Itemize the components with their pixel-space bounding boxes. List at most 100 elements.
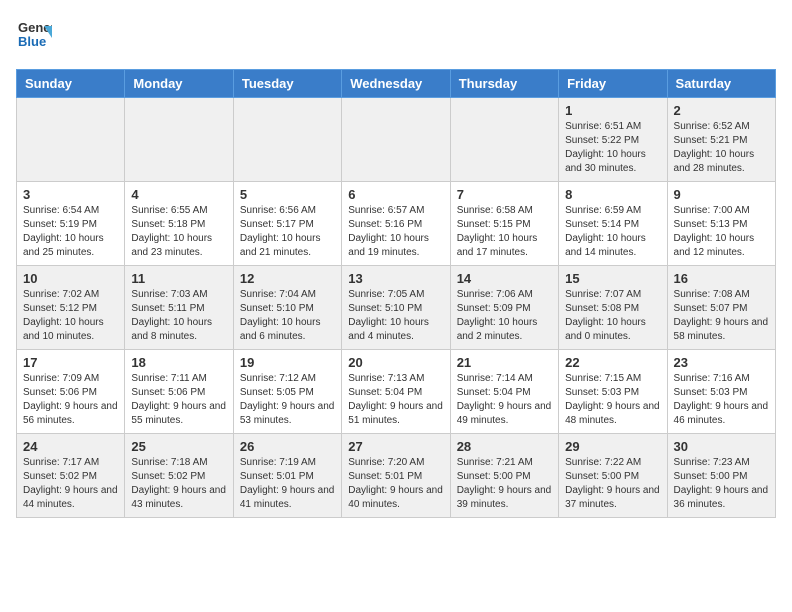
calendar-cell [125,98,233,182]
day-number: 21 [457,355,552,370]
day-number: 6 [348,187,443,202]
day-number: 18 [131,355,226,370]
calendar-cell: 17Sunrise: 7:09 AMSunset: 5:06 PMDayligh… [17,350,125,434]
day-info: Sunrise: 6:54 AMSunset: 5:19 PMDaylight:… [23,204,118,260]
day-info: Sunrise: 7:19 AMSunset: 5:01 PMDaylight:… [240,456,335,512]
page-header: General Blue [16,16,776,57]
day-number: 12 [240,271,335,286]
calendar-cell: 7 Sunrise: 6:58 AMSunset: 5:15 PMDaylight… [450,182,558,266]
calendar-cell: 16 Sunrise: 7:08 AMSunset: 5:07 PMDayligh… [667,266,775,350]
day-info: Sunrise: 7:22 AMSunset: 5:00 PMDaylight:… [565,456,660,512]
day-number: 29 [565,439,660,454]
day-info: Sunrise: 7:17 AMSunset: 5:02 PMDaylight:… [23,456,118,512]
calendar-cell: 30 Sunrise: 7:23 AMSunset: 5:00 PMDayligh… [667,434,775,518]
calendar-cell: 28Sunrise: 7:21 AMSunset: 5:00 PMDayligh… [450,434,558,518]
day-number: 2 [674,103,769,118]
calendar-cell: 8Sunrise: 6:59 AMSunset: 5:14 PMDaylight… [559,182,667,266]
calendar-cell: 10 Sunrise: 7:02 AMSunset: 5:12 PMDayligh… [17,266,125,350]
day-info: Sunrise: 7:13 AMSunset: 5:04 PMDaylight:… [348,372,443,428]
day-info: Sunrise: 7:20 AMSunset: 5:01 PMDaylight:… [348,456,443,512]
calendar-cell [233,98,341,182]
day-number: 14 [457,271,552,286]
day-info: Sunrise: 6:58 AMSunset: 5:15 PMDaylight:… [457,204,552,260]
day-info: Sunrise: 6:55 AMSunset: 5:18 PMDaylight:… [131,204,226,260]
day-header-wednesday: Wednesday [342,70,450,98]
calendar-cell: 21 Sunrise: 7:14 AMSunset: 5:04 PMDayligh… [450,350,558,434]
week-row-2: 3 Sunrise: 6:54 AMSunset: 5:19 PMDaylight… [17,182,776,266]
calendar-cell: 18 Sunrise: 7:11 AMSunset: 5:06 PMDayligh… [125,350,233,434]
calendar-cell: 23 Sunrise: 7:16 AMSunset: 5:03 PMDayligh… [667,350,775,434]
day-info: Sunrise: 7:03 AMSunset: 5:11 PMDaylight:… [131,288,226,344]
day-info: Sunrise: 7:05 AMSunset: 5:10 PMDaylight:… [348,288,443,344]
day-number: 24 [23,439,118,454]
calendar-cell: 9 Sunrise: 7:00 AMSunset: 5:13 PMDaylight… [667,182,775,266]
day-info: Sunrise: 7:06 AMSunset: 5:09 PMDaylight:… [457,288,552,344]
calendar-cell: 2Sunrise: 6:52 AMSunset: 5:21 PMDaylight… [667,98,775,182]
day-info: Sunrise: 7:15 AMSunset: 5:03 PMDaylight:… [565,372,660,428]
day-info: Sunrise: 7:23 AMSunset: 5:00 PMDaylight:… [674,456,769,512]
day-info: Sunrise: 7:02 AMSunset: 5:12 PMDaylight:… [23,288,118,344]
calendar-cell: 6 Sunrise: 6:57 AMSunset: 5:16 PMDaylight… [342,182,450,266]
day-header-thursday: Thursday [450,70,558,98]
calendar-cell: 1 Sunrise: 6:51 AMSunset: 5:22 PMDaylight… [559,98,667,182]
day-info: Sunrise: 7:16 AMSunset: 5:03 PMDaylight:… [674,372,769,428]
day-header-monday: Monday [125,70,233,98]
day-info: Sunrise: 7:12 AMSunset: 5:05 PMDaylight:… [240,372,335,428]
calendar-cell: 4 Sunrise: 6:55 AMSunset: 5:18 PMDaylight… [125,182,233,266]
day-number: 4 [131,187,226,202]
day-number: 26 [240,439,335,454]
calendar-cell: 29 Sunrise: 7:22 AMSunset: 5:00 PMDayligh… [559,434,667,518]
day-number: 8 [565,187,660,202]
week-row-1: 1 Sunrise: 6:51 AMSunset: 5:22 PMDaylight… [17,98,776,182]
day-number: 13 [348,271,443,286]
calendar-cell: 22Sunrise: 7:15 AMSunset: 5:03 PMDayligh… [559,350,667,434]
calendar-cell: 25 Sunrise: 7:18 AMSunset: 5:02 PMDayligh… [125,434,233,518]
day-number: 20 [348,355,443,370]
day-number: 10 [23,271,118,286]
calendar-cell: 5Sunrise: 6:56 AMSunset: 5:17 PMDaylight… [233,182,341,266]
calendar-cell: 26 Sunrise: 7:19 AMSunset: 5:01 PMDayligh… [233,434,341,518]
calendar-cell [17,98,125,182]
day-number: 23 [674,355,769,370]
day-info: Sunrise: 7:09 AMSunset: 5:06 PMDaylight:… [23,372,118,428]
day-number: 7 [457,187,552,202]
day-number: 15 [565,271,660,286]
calendar-cell: 12 Sunrise: 7:04 AMSunset: 5:10 PMDayligh… [233,266,341,350]
calendar-cell: 3 Sunrise: 6:54 AMSunset: 5:19 PMDaylight… [17,182,125,266]
calendar-cell: 14 Sunrise: 7:06 AMSunset: 5:09 PMDayligh… [450,266,558,350]
week-row-5: 24 Sunrise: 7:17 AMSunset: 5:02 PMDayligh… [17,434,776,518]
day-info: Sunrise: 6:51 AMSunset: 5:22 PMDaylight:… [565,120,660,176]
day-info: Sunrise: 7:14 AMSunset: 5:04 PMDaylight:… [457,372,552,428]
logo: General Blue [16,16,56,57]
day-header-sunday: Sunday [17,70,125,98]
day-info: Sunrise: 7:00 AMSunset: 5:13 PMDaylight:… [674,204,769,260]
day-number: 25 [131,439,226,454]
day-number: 9 [674,187,769,202]
svg-text:Blue: Blue [18,34,46,49]
day-info: Sunrise: 6:56 AMSunset: 5:17 PMDaylight:… [240,204,335,260]
calendar-cell: 24 Sunrise: 7:17 AMSunset: 5:02 PMDayligh… [17,434,125,518]
day-number: 1 [565,103,660,118]
calendar-cell: 27 Sunrise: 7:20 AMSunset: 5:01 PMDayligh… [342,434,450,518]
calendar-header: SundayMondayTuesdayWednesdayThursdayFrid… [17,70,776,98]
day-number: 19 [240,355,335,370]
calendar-cell [450,98,558,182]
calendar-cell: 13 Sunrise: 7:05 AMSunset: 5:10 PMDayligh… [342,266,450,350]
day-header-saturday: Saturday [667,70,775,98]
day-number: 3 [23,187,118,202]
calendar-cell [342,98,450,182]
calendar-table: SundayMondayTuesdayWednesdayThursdayFrid… [16,69,776,518]
day-header-friday: Friday [559,70,667,98]
day-info: Sunrise: 7:08 AMSunset: 5:07 PMDaylight:… [674,288,769,344]
day-info: Sunrise: 7:11 AMSunset: 5:06 PMDaylight:… [131,372,226,428]
week-row-3: 10 Sunrise: 7:02 AMSunset: 5:12 PMDayligh… [17,266,776,350]
day-number: 27 [348,439,443,454]
calendar-cell: 19 Sunrise: 7:12 AMSunset: 5:05 PMDayligh… [233,350,341,434]
day-info: Sunrise: 7:18 AMSunset: 5:02 PMDaylight:… [131,456,226,512]
calendar-cell: 20 Sunrise: 7:13 AMSunset: 5:04 PMDayligh… [342,350,450,434]
day-number: 11 [131,271,226,286]
day-number: 16 [674,271,769,286]
day-info: Sunrise: 6:57 AMSunset: 5:16 PMDaylight:… [348,204,443,260]
day-info: Sunrise: 7:04 AMSunset: 5:10 PMDaylight:… [240,288,335,344]
day-number: 30 [674,439,769,454]
